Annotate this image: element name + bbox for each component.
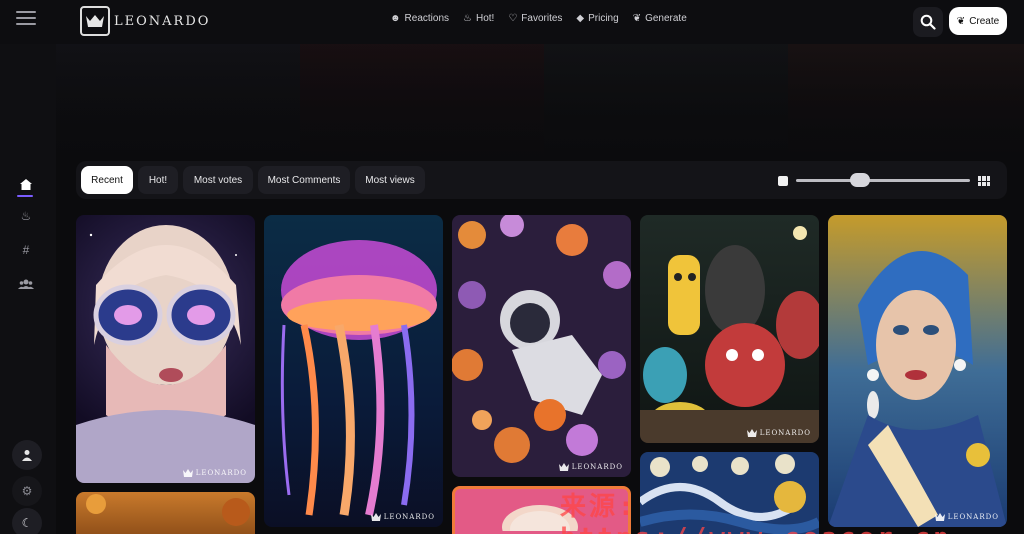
- tab-most-views[interactable]: Most views: [355, 166, 425, 194]
- watermark: LEONARDO: [558, 463, 623, 471]
- nav-label: Reactions: [404, 13, 449, 24]
- left-sidebar: ♨ # ⚙ ☾: [0, 44, 56, 534]
- gallery-image: [280, 240, 437, 516]
- hero-banner: [56, 44, 1024, 156]
- gallery-image: [76, 225, 255, 483]
- nav-pricing[interactable]: ◆ Pricing: [576, 13, 618, 24]
- nav-label: Hot!: [475, 13, 495, 24]
- menu-icon[interactable]: [16, 11, 36, 25]
- user-icon: [22, 450, 32, 461]
- active-indicator: [17, 195, 33, 197]
- logo[interactable]: LEONARDO: [80, 6, 210, 36]
- watermark: LEONARDO: [370, 513, 435, 521]
- gallery-card[interactable]: LEONARDO: [828, 215, 1007, 527]
- watermark: LEONARDO: [182, 469, 247, 477]
- leaf-icon: ❦: [632, 13, 642, 24]
- gallery-image: [86, 494, 250, 526]
- users-icon[interactable]: [17, 275, 35, 293]
- crown-icon: [80, 6, 110, 36]
- nav-hot[interactable]: ♨ Hot!: [463, 13, 494, 24]
- theme-toggle[interactable]: ☾: [12, 508, 42, 534]
- tab-most-comments[interactable]: Most Comments: [258, 166, 350, 194]
- create-button[interactable]: ❦ Create: [949, 7, 1007, 35]
- large-grid-icon[interactable]: [978, 176, 990, 186]
- tab-label: Recent: [91, 174, 123, 186]
- gallery-card[interactable]: LEONARDO: [640, 215, 819, 443]
- gear-icon: ⚙: [21, 484, 33, 498]
- gallery-image: [828, 251, 1007, 527]
- search-button[interactable]: [913, 7, 943, 37]
- home-icon[interactable]: [17, 175, 35, 193]
- heart-icon: ♡: [508, 13, 518, 24]
- top-navbar: LEONARDO ☻ Reactions ♨ Hot! ♡ Favorites …: [0, 0, 1024, 44]
- tab-label: Most views: [365, 174, 415, 186]
- moon-icon: ☾: [21, 516, 33, 530]
- zoom-slider[interactable]: [796, 179, 970, 182]
- watermark: LEONARDO: [746, 429, 811, 437]
- nav-generate[interactable]: ❦ Generate: [633, 13, 687, 24]
- gallery-image: [452, 215, 631, 463]
- zoom-slider-thumb[interactable]: [849, 173, 870, 187]
- main-nav: ☻ Reactions ♨ Hot! ♡ Favorites ◆ Pricing…: [390, 13, 687, 24]
- overlay-watermark: 来源: https://www.ceacer.cn: [560, 492, 949, 534]
- gallery-image: [640, 226, 819, 443]
- nav-label: Favorites: [521, 13, 563, 24]
- tab-label: Most votes: [193, 174, 243, 186]
- logo-text: LEONARDO: [114, 13, 211, 29]
- small-grid-icon[interactable]: [778, 176, 788, 186]
- settings-button[interactable]: ⚙: [12, 476, 42, 506]
- gallery-card[interactable]: LEONARDO: [452, 215, 631, 477]
- flame-icon[interactable]: ♨: [17, 207, 35, 225]
- tab-label: Hot!: [148, 174, 168, 186]
- gem-icon: ◆: [576, 13, 585, 24]
- tab-recent[interactable]: Recent: [81, 166, 133, 194]
- leaf-icon: ❦: [956, 15, 966, 27]
- create-label: Create: [969, 15, 1000, 27]
- tab-most-votes[interactable]: Most votes: [183, 166, 253, 194]
- nav-favorites[interactable]: ♡ Favorites: [508, 13, 562, 24]
- gallery-card[interactable]: LEONARDO: [264, 215, 443, 527]
- tab-hot[interactable]: Hot!: [138, 166, 178, 194]
- flame-icon: ♨: [463, 13, 472, 24]
- nav-label: Generate: [645, 13, 687, 24]
- smile-icon: ☻: [390, 13, 401, 24]
- profile-button[interactable]: [12, 440, 42, 470]
- nav-reactions[interactable]: ☻ Reactions: [390, 13, 449, 24]
- search-icon: [920, 14, 936, 30]
- hashtag-icon[interactable]: #: [17, 241, 35, 259]
- gallery-card[interactable]: [76, 492, 255, 534]
- nav-label: Pricing: [588, 13, 619, 24]
- gallery-card[interactable]: LEONARDO: [76, 215, 255, 483]
- tab-label: Most Comments: [267, 174, 341, 186]
